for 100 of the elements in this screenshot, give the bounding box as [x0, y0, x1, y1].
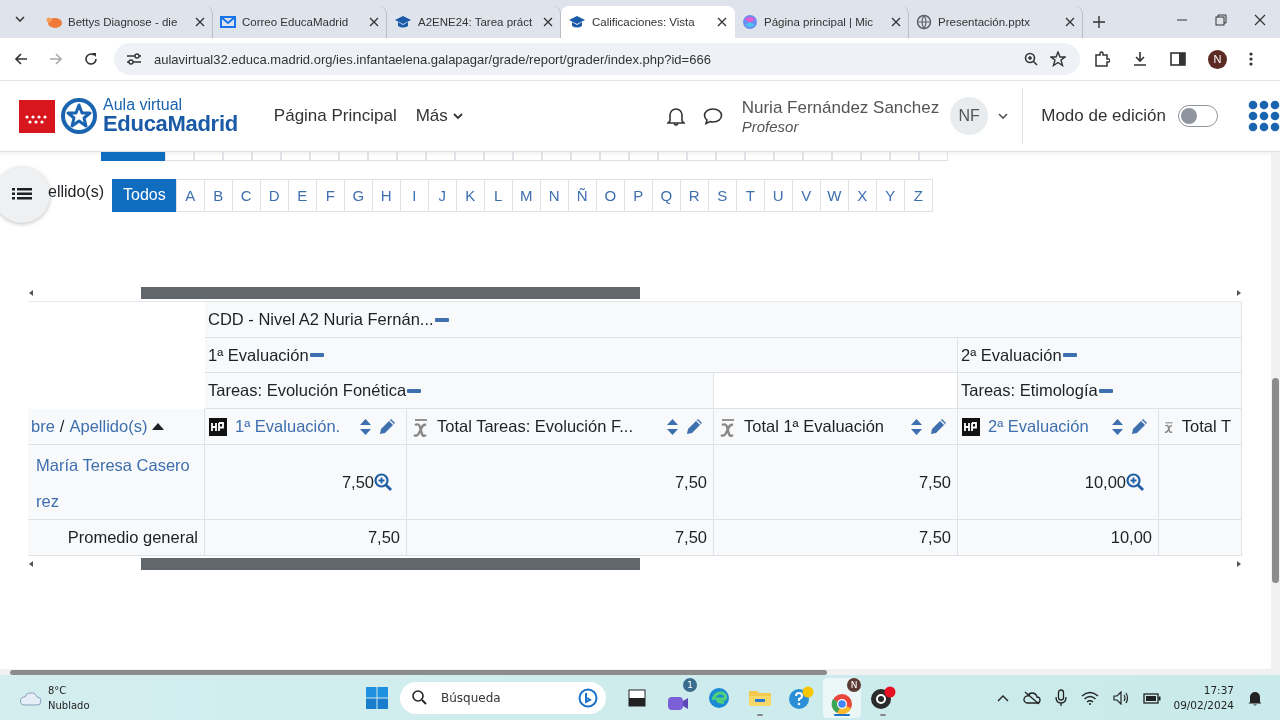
clock-time[interactable]: 17:37: [1203, 682, 1234, 698]
start-icon[interactable]: [366, 686, 388, 709]
task-view-icon[interactable]: [628, 688, 646, 707]
chevron-up-icon[interactable]: [997, 693, 1010, 702]
clock-date[interactable]: 09/02/2024: [1173, 697, 1234, 713]
letter-filter-button[interactable]: A: [175, 178, 205, 212]
magnifier-plus-icon[interactable]: [374, 473, 392, 491]
letter-filter-button[interactable]: Y: [875, 178, 905, 212]
collapse-icon[interactable]: [309, 353, 324, 357]
sort-icon[interactable]: [667, 418, 678, 435]
sort-icon[interactable]: [360, 418, 371, 435]
side-panel-icon[interactable]: [1170, 52, 1186, 66]
puzzle-icon[interactable]: [1094, 51, 1110, 67]
letter-filter-button[interactable]: G: [343, 178, 373, 212]
column-link[interactable]: 2ª Evaluación: [988, 417, 1104, 436]
edit-mode-toggle[interactable]: [1178, 105, 1218, 127]
chat-bubble-icon[interactable]: [578, 687, 598, 708]
edit-pencil-icon[interactable]: [930, 418, 947, 435]
scroll-right-icon[interactable]: [1236, 289, 1242, 296]
letter-filter-button[interactable]: O: [595, 178, 625, 212]
scroll-left-icon[interactable]: [28, 289, 34, 296]
horizontal-scrollbar[interactable]: [28, 557, 1242, 570]
letter-filter-button[interactable]: Q: [651, 178, 681, 212]
speaker-icon[interactable]: [1113, 690, 1130, 705]
letter-filter-button[interactable]: D: [259, 178, 289, 212]
record-icon[interactable]: [870, 685, 896, 710]
restore-icon[interactable]: [1215, 14, 1227, 26]
letter-filter-button[interactable]: L: [483, 178, 513, 212]
letter-filter-button[interactable]: M: [511, 178, 541, 212]
collapse-icon[interactable]: [1098, 388, 1113, 393]
letter-filter-button[interactable]: H: [371, 178, 401, 212]
close-icon[interactable]: [891, 17, 901, 27]
profile-avatar[interactable]: N: [1208, 49, 1227, 69]
address-bar[interactable]: aulavirtual32.educa.madrid.org/ies.infantaelena.galapagar/grade/report/grader/index.php?id=666: [114, 43, 1080, 75]
letter-filter-button[interactable]: N: [539, 178, 569, 212]
more-icon[interactable]: [1249, 51, 1253, 67]
search-box[interactable]: Búsqueda: [400, 681, 606, 714]
letter-filter-button[interactable]: Ñ: [567, 178, 597, 212]
cloud-off-icon[interactable]: [1023, 690, 1042, 705]
close-icon[interactable]: [369, 17, 379, 27]
letter-filter-button[interactable]: K: [455, 178, 485, 212]
new-tab-icon[interactable]: [1093, 16, 1105, 28]
horizontal-scrollbar[interactable]: [28, 286, 1242, 299]
bell-icon[interactable]: [666, 106, 685, 126]
magnifier-plus-icon[interactable]: [1126, 473, 1144, 491]
sort-icon[interactable]: [911, 418, 922, 435]
edit-pencil-icon[interactable]: [1131, 418, 1148, 435]
drawer-toggle-button[interactable]: [0, 167, 50, 223]
letter-filter-button[interactable]: I: [399, 178, 429, 212]
edit-pencil-icon[interactable]: [379, 418, 396, 435]
sort-link[interactable]: bre: [31, 417, 55, 436]
browser-tab[interactable]: Calificaciones: Vista: [561, 6, 735, 38]
back-icon[interactable]: [14, 52, 28, 66]
close-icon[interactable]: [717, 17, 727, 27]
search-input[interactable]: Búsqueda: [439, 689, 566, 706]
close-icon[interactable]: [195, 17, 205, 27]
collapse-icon[interactable]: [407, 388, 422, 393]
letter-filter-button[interactable]: W: [819, 178, 849, 212]
nav-link[interactable]: Más: [415, 106, 463, 126]
column-link[interactable]: 1ª Evaluación.: [235, 417, 352, 436]
letter-filter-button[interactable]: Todos: [112, 178, 177, 212]
scroll-left-icon[interactable]: [28, 560, 34, 567]
letter-filter-button[interactable]: Z: [903, 178, 933, 212]
student-name-link[interactable]: María Teresa Casero rez: [36, 447, 204, 519]
close-icon[interactable]: [543, 17, 553, 27]
notification-bell-icon[interactable]: [1248, 689, 1262, 706]
collapse-icon[interactable]: [1062, 353, 1077, 357]
user-avatar[interactable]: NF: [950, 97, 989, 135]
reload-icon[interactable]: [84, 52, 98, 66]
letter-filter-button[interactable]: U: [763, 178, 793, 212]
wifi-icon[interactable]: [1081, 690, 1100, 705]
letter-filter-button[interactable]: R: [679, 178, 709, 212]
horizontal-scrollbar[interactable]: [0, 669, 1280, 675]
download-icon[interactable]: [1132, 51, 1148, 67]
letter-filter-button[interactable]: V: [791, 178, 821, 212]
zoom-icon[interactable]: [1024, 52, 1038, 66]
caret-down-icon[interactable]: [998, 112, 1009, 120]
letter-filter-button[interactable]: X: [847, 178, 877, 212]
collapse-icon[interactable]: [434, 317, 449, 322]
sort-icon[interactable]: [1112, 418, 1123, 435]
letter-filter-button[interactable]: P: [623, 178, 653, 212]
star-icon[interactable]: [1050, 51, 1066, 67]
wave-browser-icon[interactable]: [708, 686, 730, 709]
round-browser-icon[interactable]: [831, 692, 853, 715]
nav-link[interactable]: Página Principal: [273, 106, 397, 126]
letter-filter-button[interactable]: T: [735, 178, 765, 212]
sort-link[interactable]: Apellido(s): [69, 417, 148, 436]
microphone-icon[interactable]: [1055, 688, 1068, 707]
chat-icon[interactable]: [702, 107, 723, 125]
help-icon[interactable]: [788, 685, 814, 710]
letter-filter-button[interactable]: J: [427, 178, 457, 212]
letter-filter-button[interactable]: F: [315, 178, 345, 212]
edit-pencil-icon[interactable]: [686, 418, 703, 435]
close-icon[interactable]: [1254, 14, 1266, 26]
video-chat-icon[interactable]: [668, 697, 688, 710]
sort-ascending-icon[interactable]: [152, 422, 165, 431]
letter-filter-button[interactable]: S: [707, 178, 737, 212]
site-settings-icon[interactable]: [126, 52, 142, 66]
letter-filter-button[interactable]: E: [287, 178, 317, 212]
letter-filter-button[interactable]: C: [231, 178, 261, 212]
